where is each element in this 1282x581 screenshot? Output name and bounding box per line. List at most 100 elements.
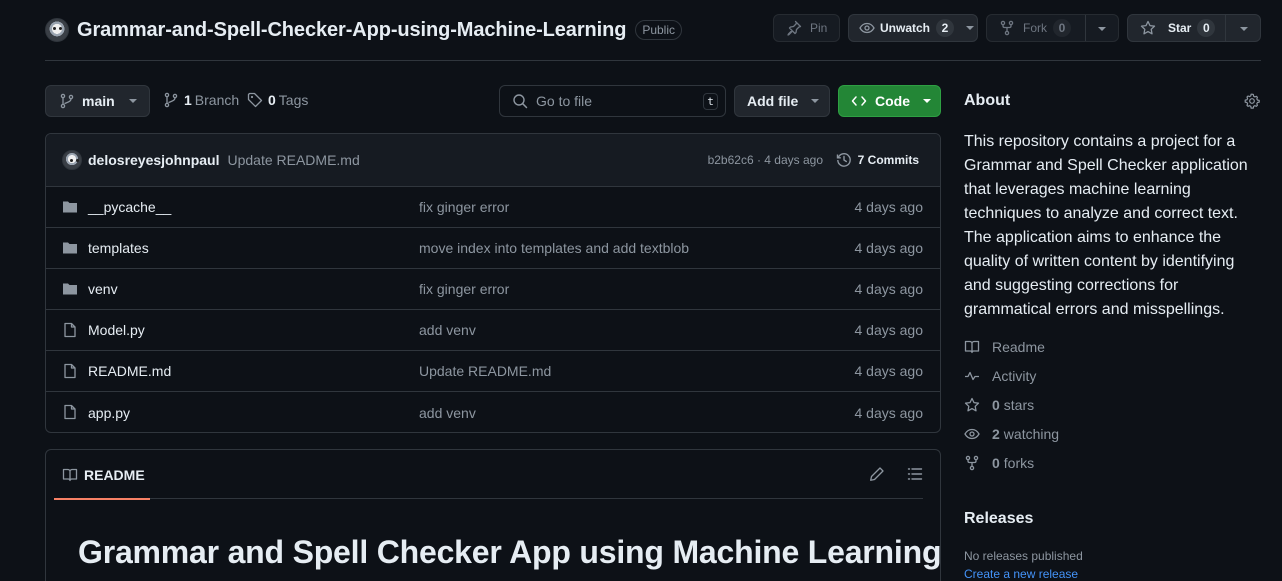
branch-selector[interactable]: main (45, 85, 150, 117)
file-commit-age: 4 days ago (854, 281, 924, 297)
commit-hash-age[interactable]: b2b62c6 · 4 days ago (708, 153, 823, 167)
create-release-link[interactable]: Create a new release (964, 567, 1078, 581)
file-row[interactable]: venv fix ginger error 4 days ago (46, 269, 940, 310)
unwatch-button[interactable]: Unwatch 2 (848, 14, 978, 42)
header-divider (45, 60, 1261, 61)
file-name[interactable]: templates (88, 240, 149, 256)
tags-link[interactable]: 0 Tags (247, 92, 308, 108)
star-label: Star (1168, 21, 1192, 35)
go-to-file-input[interactable] (536, 93, 696, 109)
file-commit-age: 4 days ago (854, 363, 924, 379)
add-file-label: Add file (747, 93, 799, 109)
forks-count: 0 (992, 455, 1000, 471)
code-label: Code (875, 93, 910, 109)
releases-heading[interactable]: Releases (964, 510, 1033, 528)
watching-link[interactable]: 2 watching (964, 426, 1059, 442)
chevron-down-icon (811, 99, 820, 103)
file-commit-message[interactable]: Update README.md (419, 363, 551, 379)
pin-button[interactable]: Pin (773, 14, 840, 42)
stars-link[interactable]: 0 stars (964, 397, 1034, 413)
branch-count: 1 (184, 92, 192, 108)
fork-button[interactable]: Fork 0 (986, 14, 1119, 42)
file-row[interactable]: templates move index into templates and … (46, 228, 940, 269)
star-icon (1140, 20, 1156, 36)
unwatch-label: Unwatch (880, 21, 931, 35)
star-icon (964, 397, 980, 413)
about-description: This repository contains a project for a… (964, 133, 1248, 318)
file-row[interactable]: app.py add venv 4 days ago (46, 392, 940, 432)
latest-commit-bar: delosreyesjohnpaul Update README.md b2b6… (46, 134, 940, 187)
stars-label: stars (1003, 397, 1035, 413)
star-dropdown-icon[interactable] (1240, 27, 1248, 31)
repo-header: Grammar-and-Spell-Checker-App-using-Mach… (45, 15, 683, 45)
branch-name: main (82, 93, 115, 109)
file-name[interactable]: app.py (88, 405, 130, 421)
readme-tabbar: README (54, 450, 923, 500)
code-button[interactable]: Code (838, 85, 941, 117)
file-table: delosreyesjohnpaul Update README.md b2b6… (45, 133, 941, 433)
watch-counter: 2 (936, 19, 955, 37)
owner-avatar[interactable] (45, 18, 69, 42)
commit-author[interactable]: delosreyesjohnpaul (88, 152, 219, 168)
file-name[interactable]: __pycache__ (88, 199, 171, 215)
code-icon (851, 93, 867, 109)
visibility-badge: Public (635, 20, 683, 40)
star-button[interactable]: Star 0 (1127, 14, 1261, 42)
author-avatar[interactable] (62, 150, 82, 170)
file-name[interactable]: Model.py (88, 322, 145, 338)
readme-link[interactable]: Readme (964, 339, 1045, 355)
no-releases-text: No releases published (964, 549, 1083, 563)
tab-readme[interactable]: README (54, 450, 150, 500)
fork-icon (964, 455, 980, 471)
book-icon (964, 339, 980, 355)
tag-label: Tags (278, 92, 309, 108)
activity-link[interactable]: Activity (964, 368, 1036, 384)
file-name[interactable]: README.md (88, 363, 171, 379)
tag-icon (247, 92, 263, 108)
eye-icon (859, 20, 875, 36)
add-file-button[interactable]: Add file (734, 85, 830, 117)
book-icon (62, 467, 78, 483)
forks-link[interactable]: 0 forks (964, 455, 1034, 471)
file-commit-message[interactable]: add venv (419, 322, 476, 338)
file-commit-age: 4 days ago (854, 199, 924, 215)
commits-count: 7 Commits (857, 153, 919, 167)
file-commit-message[interactable]: move index into templates and add textbl… (419, 240, 689, 256)
tag-count: 0 (268, 92, 276, 108)
file-row[interactable]: Model.py add venv 4 days ago (46, 310, 940, 351)
file-row[interactable]: __pycache__ fix ginger error 4 days ago (46, 187, 940, 228)
readme-link-label: Readme (992, 339, 1045, 355)
commits-link[interactable]: 7 Commits (836, 152, 919, 168)
history-icon (836, 152, 852, 168)
fork-dropdown-icon[interactable] (1098, 27, 1106, 31)
fork-counter: 0 (1053, 19, 1071, 37)
star-counter: 0 (1197, 19, 1216, 37)
file-name[interactable]: venv (88, 281, 118, 297)
repo-name[interactable]: Grammar-and-Spell-Checker-App-using-Mach… (77, 19, 626, 42)
activity-label: Activity (992, 368, 1037, 384)
branches-link[interactable]: 1 Branch (163, 92, 239, 108)
folder-icon (62, 240, 78, 256)
file-commit-message[interactable]: add venv (419, 405, 476, 421)
file-icon (62, 404, 78, 420)
file-commit-message[interactable]: fix ginger error (419, 281, 509, 297)
file-icon (62, 322, 78, 338)
go-to-file-search[interactable]: t (499, 85, 726, 117)
folder-icon (62, 281, 78, 297)
commit-message[interactable]: Update README.md (227, 152, 359, 168)
file-commit-age: 4 days ago (854, 322, 924, 338)
fork-label: Fork (1023, 21, 1047, 35)
pin-label: Pin (810, 21, 828, 35)
branch-icon (163, 92, 179, 108)
file-icon (62, 363, 78, 379)
gear-icon[interactable] (1244, 93, 1260, 109)
outline-list-icon[interactable] (907, 466, 923, 482)
pulse-icon (964, 368, 980, 384)
file-row[interactable]: README.md Update README.md 4 days ago (46, 351, 940, 392)
shortcut-hint: t (703, 93, 718, 110)
file-commit-age: 4 days ago (854, 404, 924, 421)
file-commit-message[interactable]: fix ginger error (419, 199, 509, 215)
pencil-icon[interactable] (869, 466, 885, 482)
chevron-down-icon (966, 26, 975, 30)
watching-count: 2 (992, 426, 1000, 442)
